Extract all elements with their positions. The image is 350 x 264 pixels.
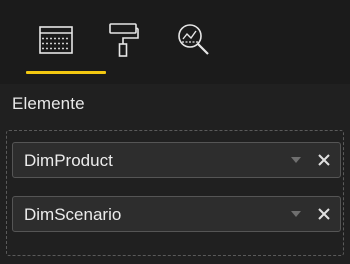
tab-analytics[interactable] (172, 18, 216, 62)
field-label: DimProduct (24, 151, 113, 170)
remove-field-button[interactable] (313, 203, 335, 225)
active-tab-indicator (26, 71, 106, 74)
close-icon (318, 208, 330, 220)
fields-table-icon (39, 26, 73, 54)
close-icon (318, 154, 330, 166)
field-pill[interactable]: DimScenario (12, 196, 341, 232)
chevron-down-icon[interactable] (291, 157, 301, 163)
paint-roller-icon (109, 23, 139, 57)
chevron-down-icon[interactable] (291, 211, 301, 217)
section-title: Elemente (12, 94, 85, 113)
tab-format[interactable] (101, 18, 145, 62)
pane-tab-bar (0, 0, 350, 84)
field-label: DimScenario (24, 205, 122, 224)
analytics-magnifier-icon (178, 24, 209, 55)
tab-fields[interactable] (34, 18, 78, 62)
field-pill[interactable]: DimProduct (12, 142, 341, 178)
remove-field-button[interactable] (313, 149, 335, 171)
